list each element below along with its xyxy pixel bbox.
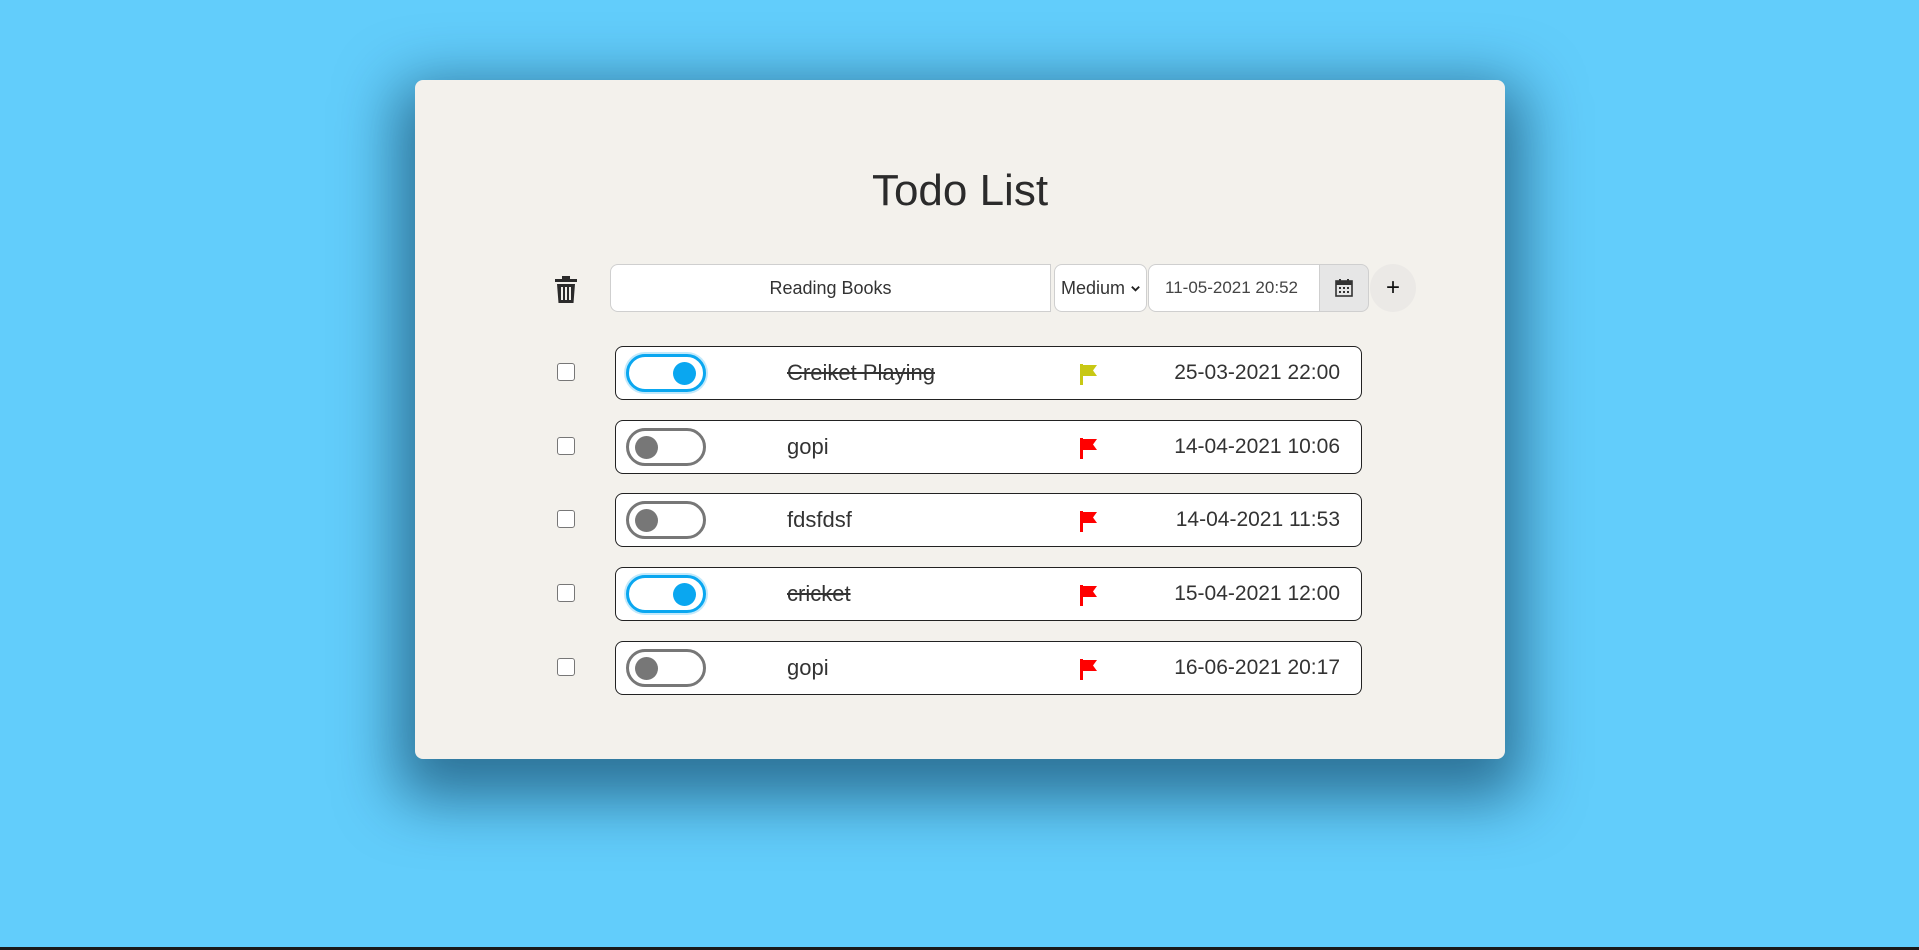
datetime-value: 11-05-2021 20:52 (1165, 278, 1298, 297)
task-row: fdsfdsf 14-04-2021 11:53 (415, 493, 1505, 547)
task-done-toggle[interactable] (626, 354, 706, 392)
task-item: fdsfdsf 14-04-2021 11:53 (615, 493, 1362, 547)
task-select-checkbox[interactable] (557, 658, 575, 676)
task-done-toggle[interactable] (626, 575, 706, 613)
toggle-knob (635, 509, 658, 532)
toggle-knob (673, 583, 696, 606)
task-name: gopi (787, 434, 829, 459)
task-item: cricket 15-04-2021 12:00 (615, 567, 1362, 621)
task-name-input[interactable] (610, 264, 1051, 312)
toggle-knob (673, 362, 696, 385)
task-name: gopi (787, 655, 829, 680)
task-done-toggle[interactable] (626, 428, 706, 466)
task-datetime: 16-06-2021 20:17 (1174, 656, 1340, 679)
plus-icon: + (1385, 274, 1400, 301)
task-select-checkbox[interactable] (557, 510, 575, 528)
todo-card: Todo List Medium 11-05-2021 20:52 (415, 80, 1505, 759)
task-datetime: 14-04-2021 10:06 (1174, 435, 1340, 458)
task-item: Creiket Playing 25-03-2021 22:00 (615, 346, 1362, 400)
calendar-button[interactable] (1319, 264, 1369, 312)
add-task-button[interactable]: + (1370, 264, 1416, 312)
priority-flag-icon (1080, 438, 1097, 459)
task-row: cricket 15-04-2021 12:00 (415, 567, 1505, 621)
task-name: cricket (787, 581, 851, 606)
task-select-checkbox[interactable] (557, 363, 575, 381)
task-name: Creiket Playing (787, 360, 935, 385)
priority-select[interactable]: Medium (1054, 264, 1147, 312)
priority-select-value: Medium (1061, 277, 1126, 298)
priority-flag-icon (1080, 364, 1097, 385)
toggle-knob (635, 657, 658, 680)
task-row: gopi 16-06-2021 20:17 (415, 641, 1505, 695)
priority-flag-icon (1080, 511, 1097, 532)
task-select-checkbox[interactable] (557, 584, 575, 602)
delete-selected-button[interactable] (555, 276, 577, 304)
task-select-checkbox[interactable] (557, 437, 575, 455)
toggle-knob (635, 436, 658, 459)
task-done-toggle[interactable] (626, 649, 706, 687)
task-row: Creiket Playing 25-03-2021 22:00 (415, 346, 1505, 400)
task-name: fdsfdsf (787, 507, 852, 532)
task-row: gopi 14-04-2021 10:06 (415, 420, 1505, 474)
task-datetime: 14-04-2021 11:53 (1175, 508, 1340, 531)
trash-icon (555, 276, 577, 303)
task-item: gopi 16-06-2021 20:17 (615, 641, 1362, 695)
task-datetime: 15-04-2021 12:00 (1174, 582, 1340, 605)
chevron-down-icon (1131, 285, 1140, 292)
task-datetime: 25-03-2021 22:00 (1174, 361, 1340, 384)
priority-flag-icon (1080, 659, 1097, 680)
datetime-input[interactable]: 11-05-2021 20:52 (1148, 264, 1321, 312)
priority-flag-icon (1080, 585, 1097, 606)
page-title: Todo List (871, 166, 1049, 215)
calendar-icon (1335, 279, 1353, 297)
task-done-toggle[interactable] (626, 501, 706, 539)
task-item: gopi 14-04-2021 10:06 (615, 420, 1362, 474)
